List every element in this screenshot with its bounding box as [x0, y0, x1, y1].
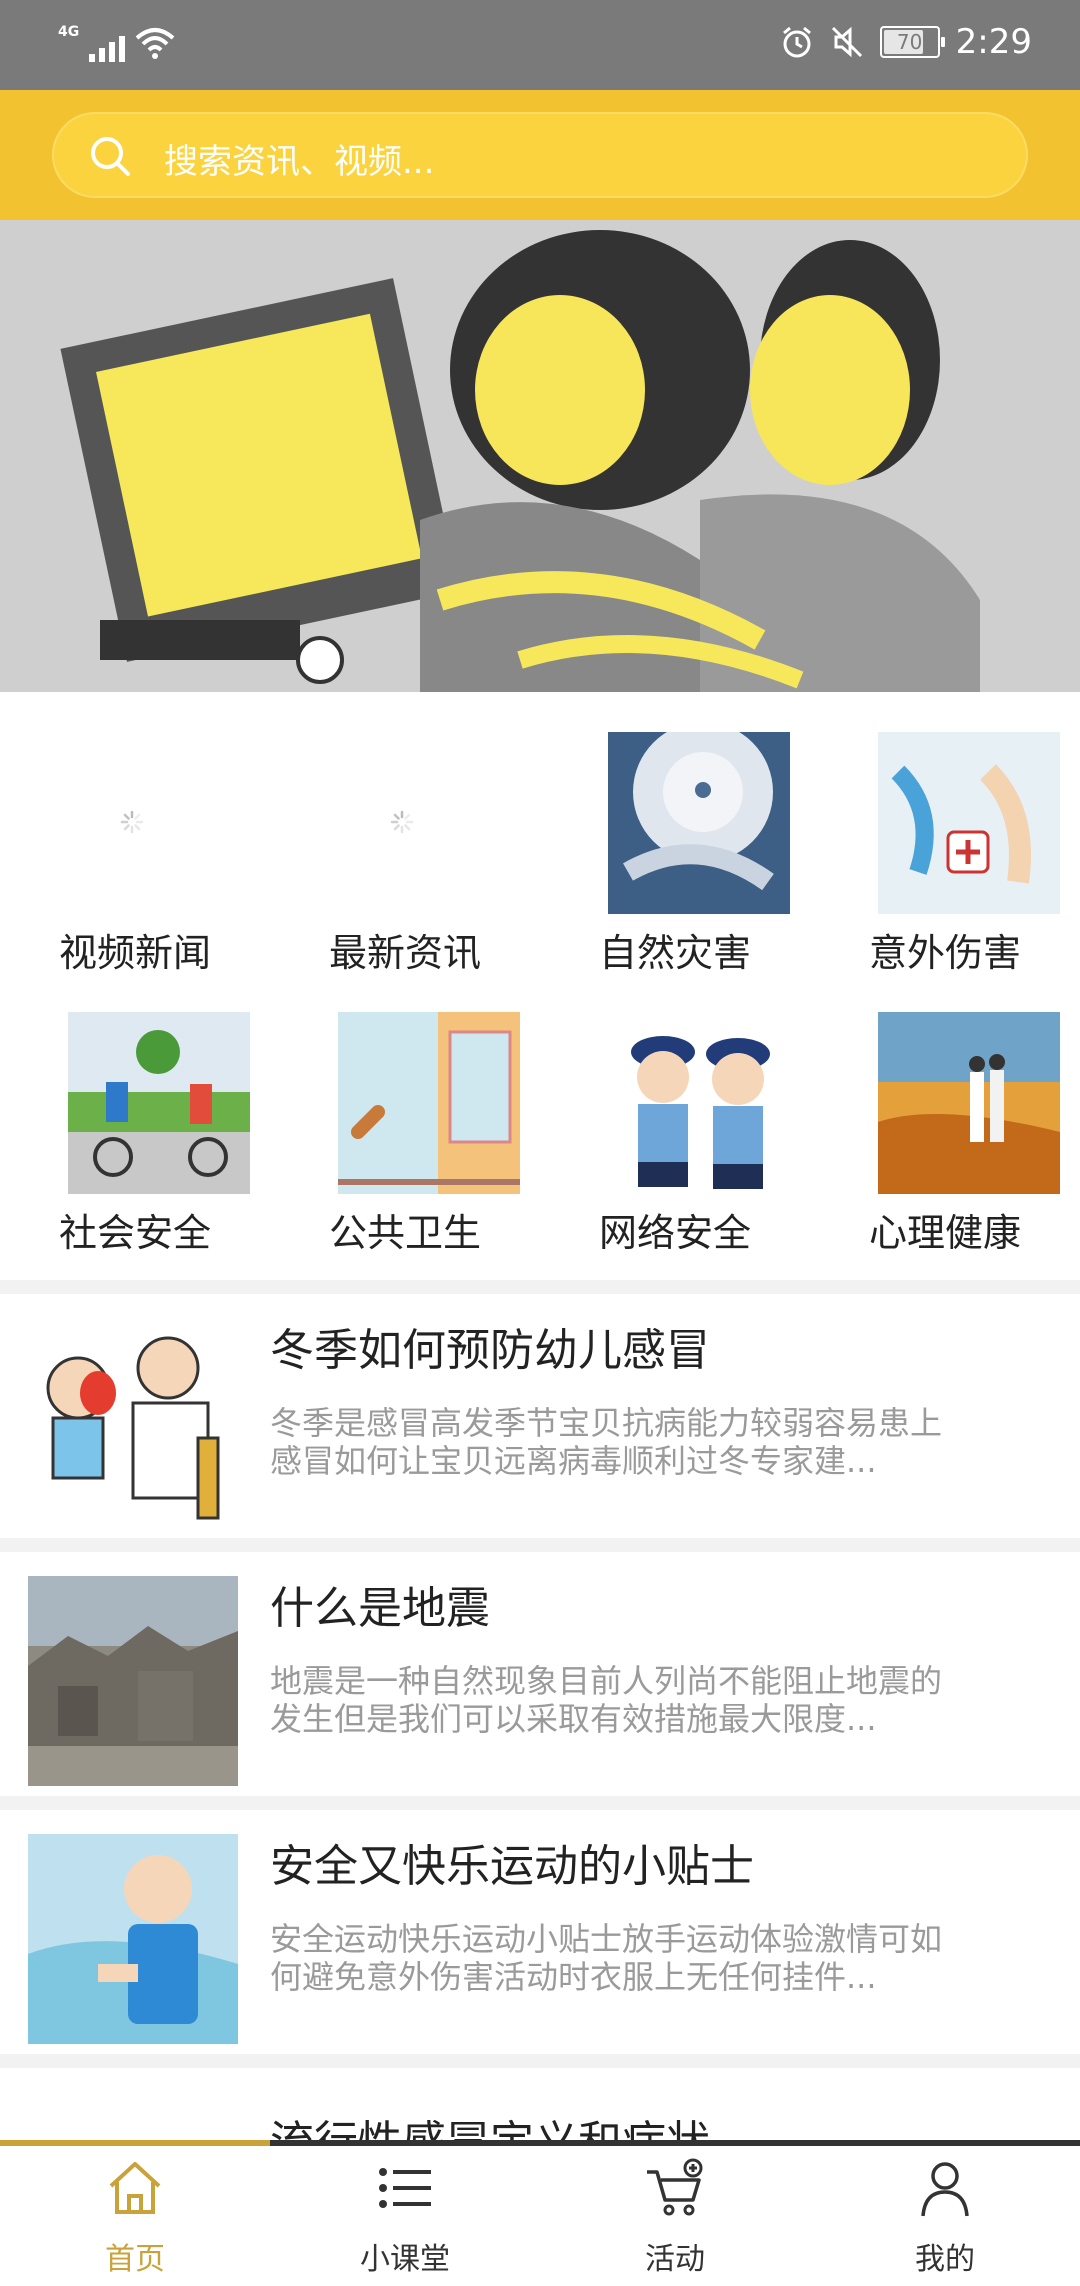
- tab-label: 首页: [105, 2242, 165, 2277]
- category-public-health[interactable]: 公共卫生: [270, 992, 540, 1262]
- category-label: 心理健康: [868, 1211, 1021, 1255]
- typhoon-image: [608, 732, 790, 914]
- home-icon: [109, 2162, 161, 2214]
- tab-activities[interactable]: 活动: [540, 2146, 810, 2286]
- category-label: 意外伤害: [868, 931, 1021, 975]
- status-bar: 4G 70 2:29: [0, 0, 1080, 90]
- category-label: 网络安全: [598, 1211, 751, 1255]
- injury-image: [878, 732, 1060, 914]
- news-title: 什么是地震: [270, 1583, 490, 1634]
- news-thumbnail: [28, 1834, 238, 2044]
- network-type: 4G: [58, 24, 80, 40]
- police-image: [608, 1012, 790, 1194]
- news-description: 冬季是感冒高发季节宝贝抗病能力较弱容易患上感冒如何让宝贝远离病毒顺利过冬专家建.…: [270, 1404, 943, 1480]
- user-icon: [921, 2162, 969, 2217]
- cart-icon: [647, 2158, 703, 2216]
- category-label: 最新资讯: [328, 931, 481, 975]
- public-health-image: [338, 1012, 520, 1194]
- news-thumbnail: [28, 1576, 238, 1786]
- category-label: 公共卫生: [328, 1211, 481, 1255]
- category-natural-disaster[interactable]: 自然灾害: [540, 712, 810, 982]
- news-description: 地震是一种自然现象目前人列尚不能阻止地震的发生但是我们可以采取有效措施最大限度.…: [270, 1662, 943, 1738]
- news-title: 冬季如何预防幼儿感冒: [270, 1325, 710, 1376]
- news-item[interactable]: 安全又快乐运动的小贴士 安全运动快乐运动小贴士放手运动体验激情可如何避免意外伤害…: [0, 1810, 1080, 2054]
- loading-icon: [390, 810, 414, 834]
- search-placeholder: 搜索资讯、视频...: [164, 142, 435, 182]
- tab-profile[interactable]: 我的: [810, 2146, 1080, 2286]
- loading-icon: [120, 810, 144, 834]
- category-mental-health[interactable]: 心理健康: [810, 992, 1080, 1262]
- tab-label: 我的: [915, 2242, 975, 2277]
- list-icon: [379, 2168, 431, 2208]
- category-cyber-safety[interactable]: 网络安全: [540, 992, 810, 1262]
- search-input[interactable]: 搜索资讯、视频...: [52, 112, 1028, 198]
- mute-icon: [831, 26, 862, 58]
- tab-label: 活动: [645, 2242, 705, 2277]
- search-icon: [91, 137, 130, 176]
- news-description: 安全运动快乐运动小贴士放手运动体验激情可如何避免意外伤害活动时衣服上无任何挂件.…: [270, 1920, 943, 1996]
- signal-icon: [89, 28, 126, 62]
- divider: [0, 1538, 1080, 1552]
- search-bar: 搜索资讯、视频...: [0, 90, 1080, 220]
- category-accidental-injury[interactable]: 意外伤害: [810, 712, 1080, 982]
- news-item[interactable]: 冬季如何预防幼儿感冒 冬季是感冒高发季节宝贝抗病能力较弱容易患上感冒如何让宝贝远…: [0, 1294, 1080, 1538]
- tab-classroom[interactable]: 小课堂: [270, 2146, 540, 2286]
- category-label: 社会安全: [58, 1211, 211, 1255]
- news-item[interactable]: 什么是地震 地震是一种自然现象目前人列尚不能阻止地震的发生但是我们可以采取有效措…: [0, 1552, 1080, 1796]
- divider: [0, 1280, 1080, 1294]
- divider: [0, 1796, 1080, 1810]
- category-label: 自然灾害: [598, 931, 751, 975]
- category-video-news[interactable]: 视频新闻: [0, 712, 270, 982]
- category-social-safety[interactable]: 社会安全: [0, 992, 270, 1262]
- mental-health-image: [878, 1012, 1060, 1194]
- social-safety-image: [68, 1012, 250, 1194]
- tab-home[interactable]: 首页: [0, 2146, 270, 2286]
- news-title: 安全又快乐运动的小贴士: [270, 1841, 754, 1892]
- alarm-icon: [782, 26, 811, 58]
- news-thumbnail: [28, 1318, 238, 1528]
- bottom-tab-bar: 首页 小课堂 活动 我的: [0, 2140, 1080, 2286]
- tab-label: 小课堂: [360, 2242, 450, 2277]
- category-label: 视频新闻: [58, 931, 211, 975]
- banner-carousel[interactable]: [0, 220, 1080, 692]
- news-title: 流行性感冒定义和症状: [270, 2106, 710, 2140]
- wifi-icon: [135, 28, 175, 59]
- divider: [0, 2054, 1080, 2068]
- battery-icon: 70: [879, 26, 945, 58]
- clock: 2:29: [955, 22, 1032, 62]
- news-item[interactable]: 流行性感冒定义和症状: [0, 2098, 1080, 2140]
- category-latest-news[interactable]: 最新资讯: [270, 712, 540, 982]
